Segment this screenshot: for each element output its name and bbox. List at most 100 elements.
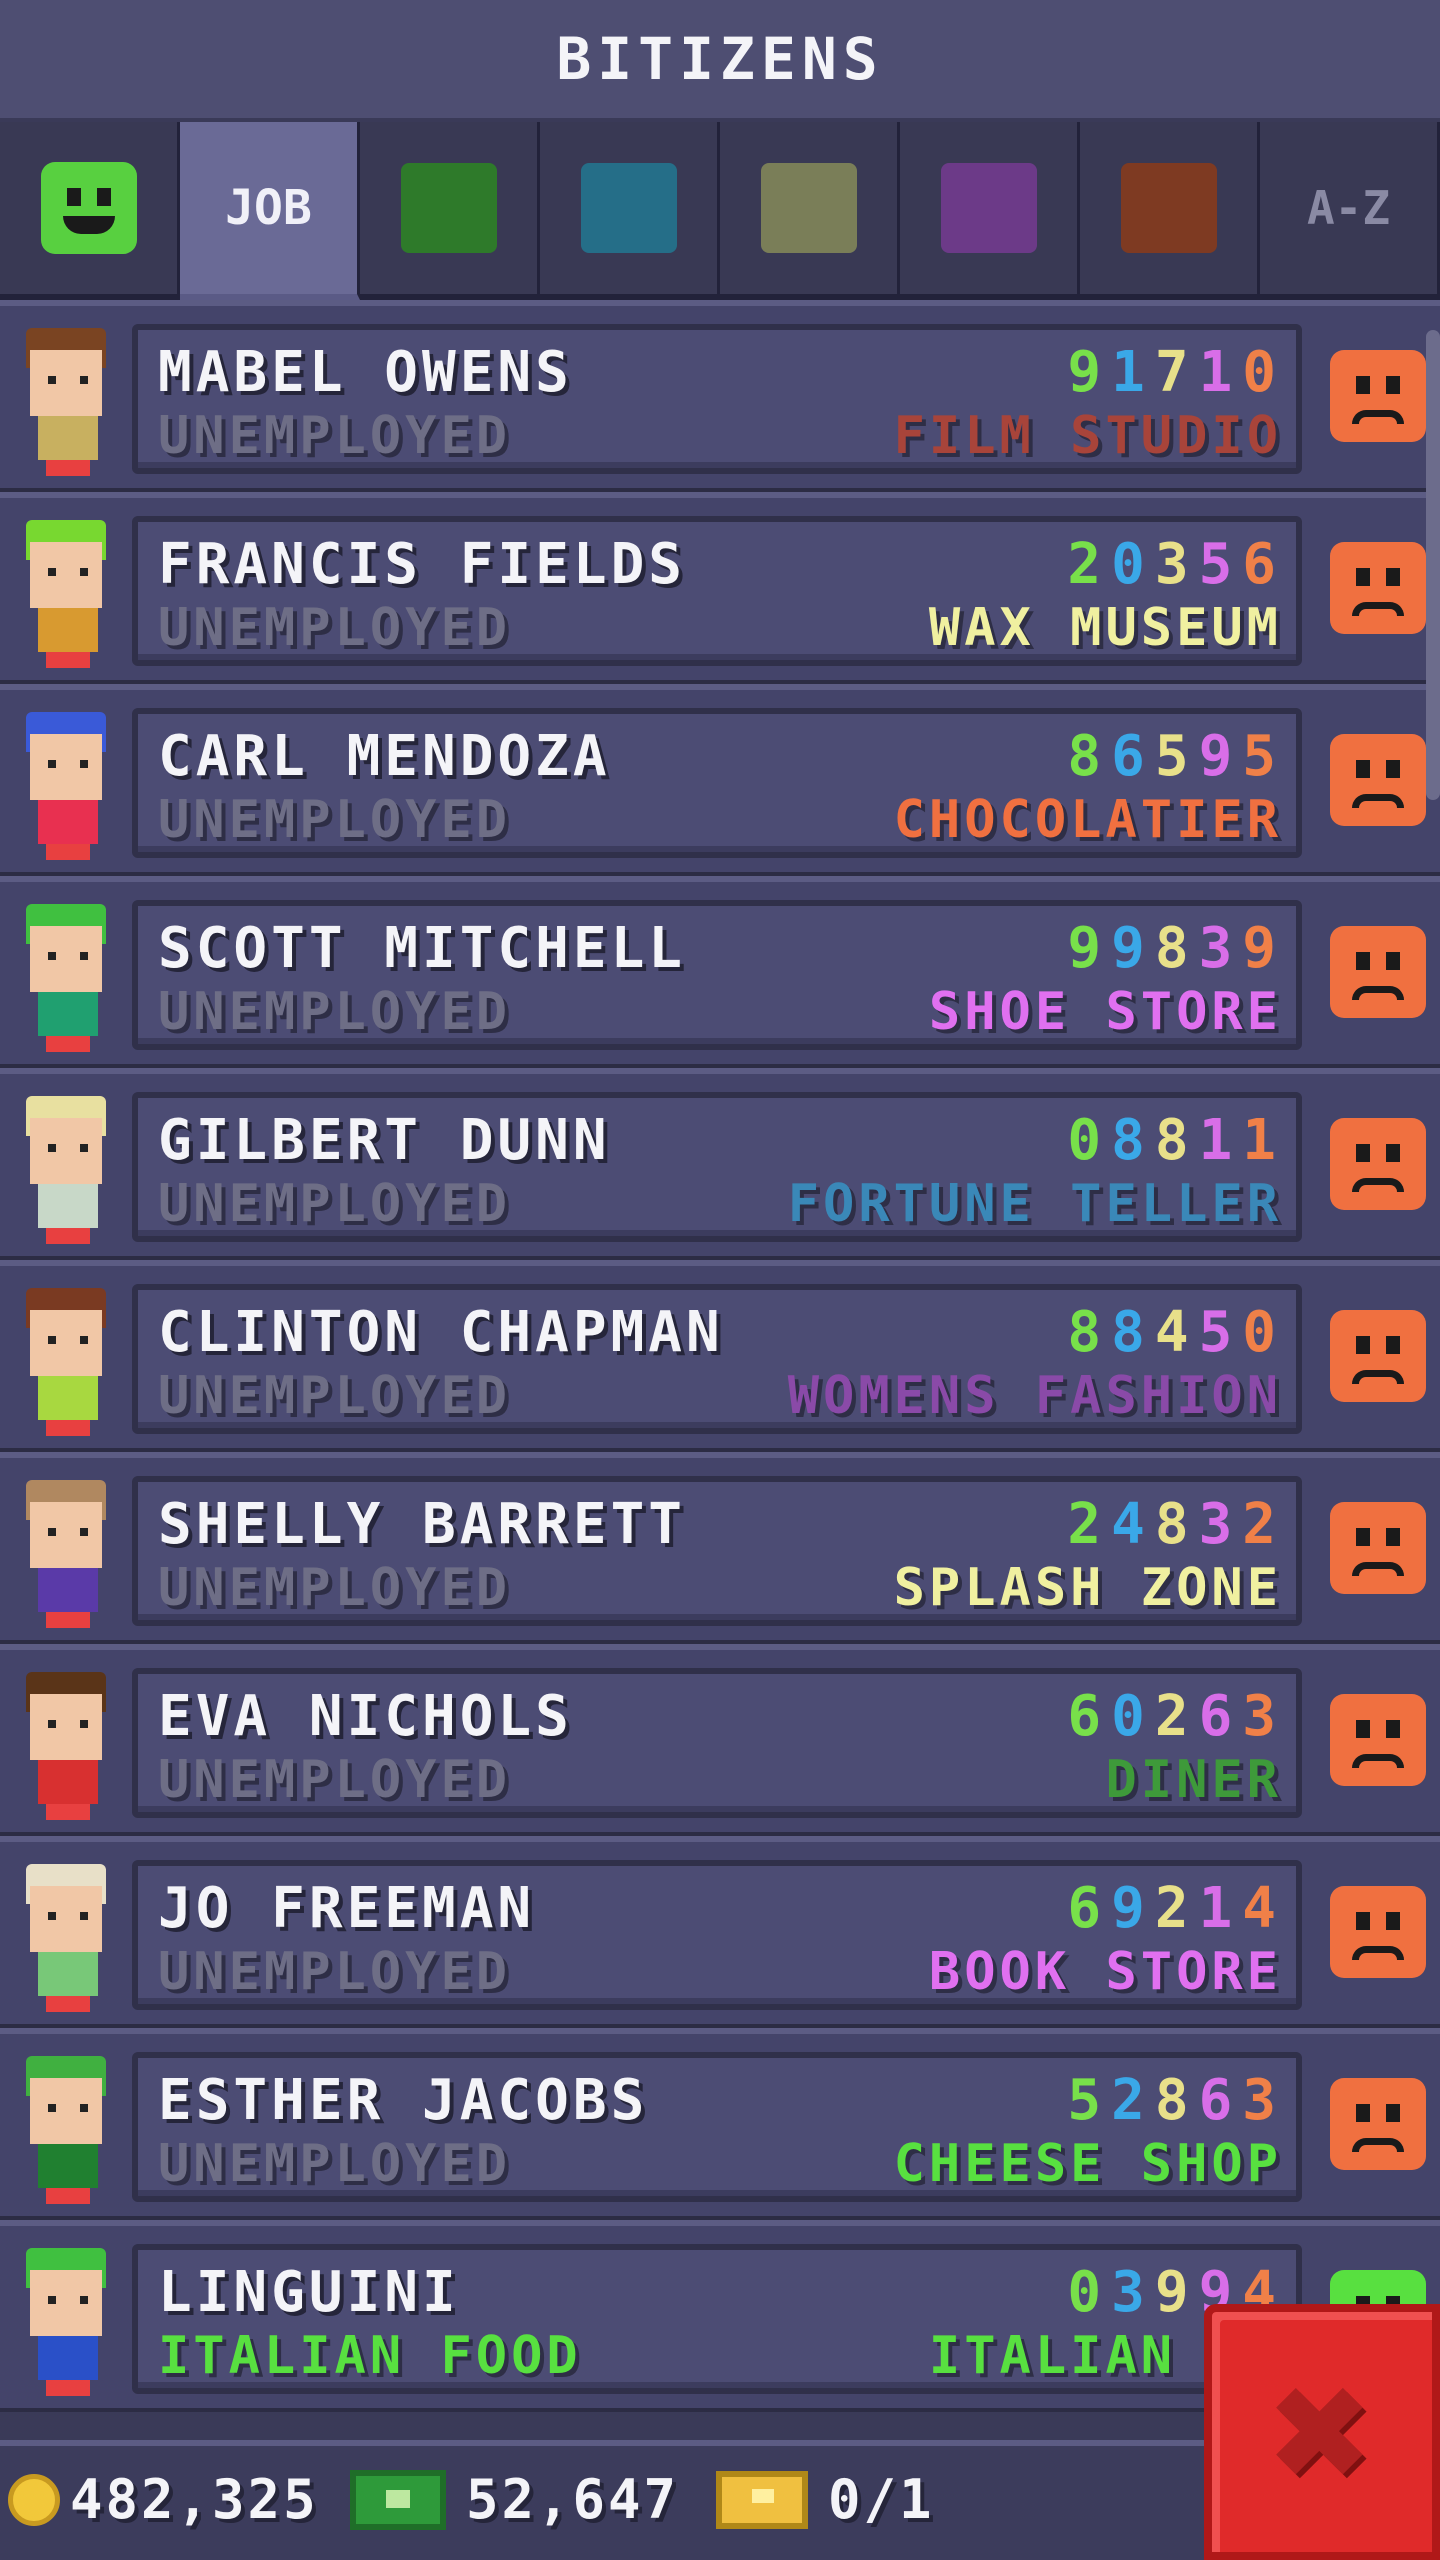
bitizen-card: SHELLY BARRETT UNEMPLOYED 24832 SPLASH ZONE [132, 1476, 1302, 1626]
skill-digit: 4 [1154, 1300, 1199, 1365]
list-item[interactable]: GILBERT DUNN UNEMPLOYED 08811 FORTUNE TELLE… [0, 1068, 1440, 1260]
skill-digit: 2 [1067, 1492, 1112, 1557]
skill-digit: 3 [1242, 1684, 1286, 1749]
tab-label: A-Z [1306, 181, 1391, 235]
tab-mood[interactable] [0, 122, 180, 300]
skill-digit: 9 [1154, 2260, 1199, 2325]
skill-digit: 5 [1198, 1300, 1243, 1365]
bitizen-job: UNEMPLOYED [158, 790, 512, 850]
ticket-icon [716, 2470, 808, 2529]
tickets-display: 0/1 [716, 2468, 935, 2531]
bux-value: 52,647 [466, 2468, 680, 2531]
rust-category-swatch-icon [1120, 163, 1217, 253]
skill-digit: 0 [1242, 1300, 1286, 1365]
skill-digit: 6 [1111, 724, 1155, 789]
coins-display: 482,325 [8, 2468, 319, 2531]
happy-face-icon [40, 162, 137, 254]
bitizen-skills: 08811 [1067, 1108, 1286, 1173]
sad-face-icon [1330, 350, 1426, 442]
skill-digit: 8 [1154, 2068, 1199, 2133]
bitizen-job: UNEMPLOYED [158, 406, 512, 466]
bux-icon [350, 2469, 446, 2530]
tab-purple-category[interactable] [900, 122, 1080, 300]
skill-digit: 3 [1242, 2068, 1286, 2133]
list-item[interactable]: CARL MENDOZA UNEMPLOYED 86595 CHOCOLATIER [0, 684, 1440, 876]
bitizen-job: UNEMPLOYED [158, 2134, 512, 2194]
list-item[interactable]: SCOTT MITCHELL UNEMPLOYED 99839 SHOE STORE [0, 876, 1440, 1068]
coins-value: 482,325 [70, 2468, 319, 2531]
bitizen-skills: 20356 [1067, 532, 1286, 597]
list-item[interactable]: MABEL OWENS UNEMPLOYED 91710 FILM STUDIO [0, 300, 1440, 492]
bitizen-skills: 86595 [1067, 724, 1286, 789]
tab-az[interactable]: A-Z [1260, 122, 1440, 300]
bitizen-card: GILBERT DUNN UNEMPLOYED 08811 FORTUNE TELLE… [132, 1092, 1302, 1242]
skill-digit: 0 [1067, 2260, 1112, 2325]
dream-job: CHOCOLATIER [893, 790, 1282, 850]
avatar [16, 1096, 116, 1246]
sad-face-icon [1330, 1694, 1426, 1786]
tab-label: JOB [225, 180, 312, 236]
skill-digit: 8 [1067, 724, 1112, 789]
list-item[interactable]: SHELLY BARRETT UNEMPLOYED 24832 SPLASH ZONE [0, 1452, 1440, 1644]
skill-digit: 8 [1154, 1108, 1199, 1173]
list-item[interactable]: EVA NICHOLS UNEMPLOYED 60263 DINER [0, 1644, 1440, 1836]
bitizen-skills: 99839 [1067, 916, 1286, 981]
tab-green-category[interactable] [360, 122, 540, 300]
scrollbar[interactable] [1426, 330, 1440, 800]
skill-digit: 9 [1067, 340, 1112, 405]
skill-digit: 0 [1067, 1108, 1112, 1173]
bitizen-name: JO FREEMAN [158, 1876, 536, 1941]
skill-digit: 9 [1067, 916, 1112, 981]
bitizen-card: JO FREEMAN UNEMPLOYED 69214 BOOK STORE [132, 1860, 1302, 2010]
skill-digit: 8 [1067, 1300, 1112, 1365]
avatar [16, 1864, 116, 2014]
skill-digit: 4 [1111, 1492, 1155, 1557]
avatar [16, 712, 116, 862]
skill-digit: 2 [1242, 1492, 1286, 1557]
tab-job[interactable]: JOB [180, 122, 360, 300]
bitizen-card: MABEL OWENS UNEMPLOYED 91710 FILM STUDIO [132, 324, 1302, 474]
dream-job: DINER [1105, 1750, 1282, 1810]
tab-teal-category[interactable] [540, 122, 720, 300]
avatar [16, 520, 116, 670]
sad-face-icon [1330, 1502, 1426, 1594]
skill-digit: 8 [1154, 916, 1199, 981]
skill-digit: 6 [1198, 1684, 1243, 1749]
skill-digit: 8 [1111, 1300, 1155, 1365]
list-item[interactable]: JO FREEMAN UNEMPLOYED 69214 BOOK STORE [0, 1836, 1440, 2028]
avatar [16, 2056, 116, 2206]
skill-digit: 5 [1154, 724, 1199, 789]
list-item[interactable]: CLINTON CHAPMAN UNEMPLOYED 88450 WOMENS FAS… [0, 1260, 1440, 1452]
title-bar: BITIZENS [0, 0, 1440, 122]
tab-olive-category[interactable] [720, 122, 900, 300]
bitizen-job: UNEMPLOYED [158, 1942, 512, 2002]
skill-digit: 5 [1067, 2068, 1112, 2133]
avatar [16, 904, 116, 1054]
skill-digit: 3 [1111, 2260, 1155, 2325]
bitizen-card: SCOTT MITCHELL UNEMPLOYED 99839 SHOE STORE [132, 900, 1302, 1050]
skill-digit: 2 [1154, 1876, 1199, 1941]
skill-digit: 1 [1198, 340, 1243, 405]
close-button[interactable]: ✖ [1204, 2304, 1440, 2560]
bitizen-card: EVA NICHOLS UNEMPLOYED 60263 DINER [132, 1668, 1302, 1818]
dream-job: BOOK STORE [928, 1942, 1282, 2002]
avatar [16, 1288, 116, 1438]
bitizen-name: GILBERT DUNN [158, 1108, 611, 1173]
skill-digit: 1 [1111, 340, 1155, 405]
list-item[interactable]: FRANCIS FIELDS UNEMPLOYED 20356 WAX MUSEUM [0, 492, 1440, 684]
sad-face-icon [1330, 1886, 1426, 1978]
close-icon: ✖ [1270, 2333, 1374, 2531]
page-title: BITIZENS [556, 25, 884, 93]
bitizen-name: SCOTT MITCHELL [158, 916, 687, 981]
bitizen-card: FRANCIS FIELDS UNEMPLOYED 20356 WAX MUSEUM [132, 516, 1302, 666]
dream-job: CHEESE SHOP [893, 2134, 1282, 2194]
list-item[interactable]: ESTHER JACOBS UNEMPLOYED 52863 CHEESE SHOP [0, 2028, 1440, 2220]
skill-digit: 3 [1154, 532, 1199, 597]
dream-job: SPLASH ZONE [893, 1558, 1282, 1618]
skill-digit: 8 [1154, 1492, 1199, 1557]
filter-tabs: JOB A-Z [0, 122, 1440, 300]
bitizen-name: SHELLY BARRETT [158, 1492, 687, 1557]
bitizen-name: CLINTON CHAPMAN [158, 1300, 724, 1365]
tab-rust-category[interactable] [1080, 122, 1260, 300]
skill-digit: 6 [1242, 532, 1286, 597]
